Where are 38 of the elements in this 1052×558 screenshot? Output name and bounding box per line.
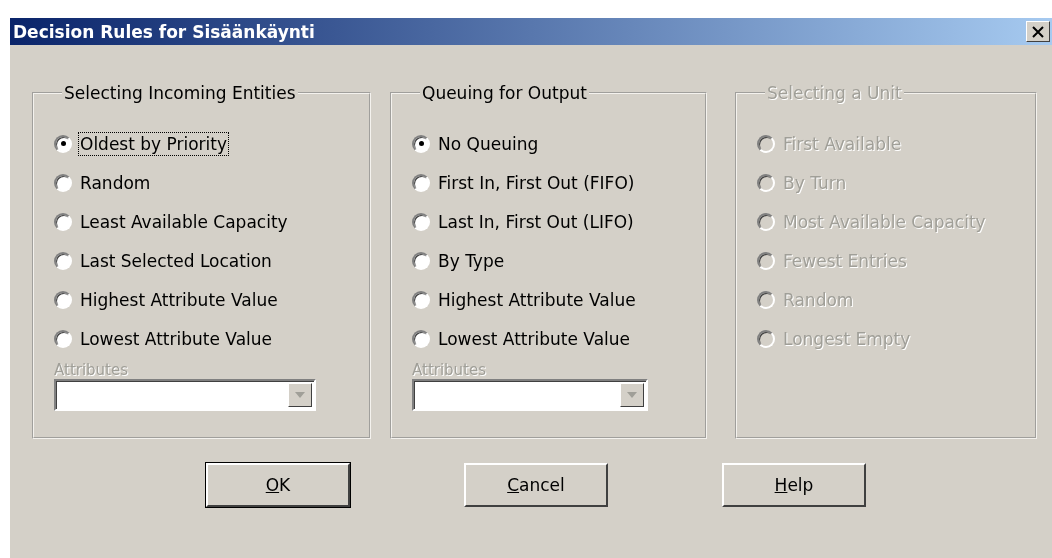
radio-button[interactable]	[412, 251, 430, 270]
dialog-button[interactable]: Help	[722, 463, 866, 507]
radio-label: Highest Attribute Value	[437, 288, 637, 312]
radio-label: Least Available Capacity	[79, 210, 289, 234]
radio-button[interactable]	[54, 173, 72, 192]
radio-button[interactable]	[54, 212, 72, 231]
radio-label: Lowest Attribute Value	[437, 327, 631, 351]
group-title: Selecting Incoming Entities	[63, 83, 297, 103]
radio-button[interactable]	[412, 329, 430, 348]
radio-label: First In, First Out (FIFO)	[437, 171, 636, 195]
radio-button[interactable]	[412, 212, 430, 231]
radio-button[interactable]	[412, 134, 430, 153]
radio-button[interactable]	[54, 134, 72, 153]
radio-label: Lowest Attribute Value	[79, 327, 273, 351]
window-title: Decision Rules for Sisäänkäynti	[13, 21, 315, 42]
dialog-button[interactable]: Cancel	[464, 463, 608, 507]
radio-label: Last In, First Out (LIFO)	[437, 210, 635, 234]
close-button[interactable]	[1026, 21, 1050, 42]
radio-button[interactable]	[54, 251, 72, 270]
radio-label: Random	[79, 171, 152, 195]
radio-label: Highest Attribute Value	[79, 288, 279, 312]
attributes-dropdown[interactable]	[54, 379, 316, 411]
radio-label: No Queuing	[437, 132, 540, 156]
radio-label: Last Selected Location	[79, 249, 273, 273]
radio-button[interactable]	[412, 290, 430, 309]
radio-button[interactable]	[412, 173, 430, 192]
radio-button[interactable]	[54, 290, 72, 309]
close-icon	[1031, 25, 1045, 38]
radio-label: Oldest by Priority	[78, 131, 230, 156]
dropdown-button[interactable]	[620, 383, 644, 407]
radio-button[interactable]	[54, 329, 72, 348]
group-title: Queuing for Output	[421, 83, 588, 103]
caret-icon	[295, 392, 305, 398]
caret-icon	[627, 392, 637, 398]
dialog-button[interactable]: OK	[206, 463, 350, 507]
radio-label: By Type	[437, 249, 506, 273]
dropdown-button[interactable]	[288, 383, 312, 407]
attributes-dropdown[interactable]	[412, 379, 648, 411]
